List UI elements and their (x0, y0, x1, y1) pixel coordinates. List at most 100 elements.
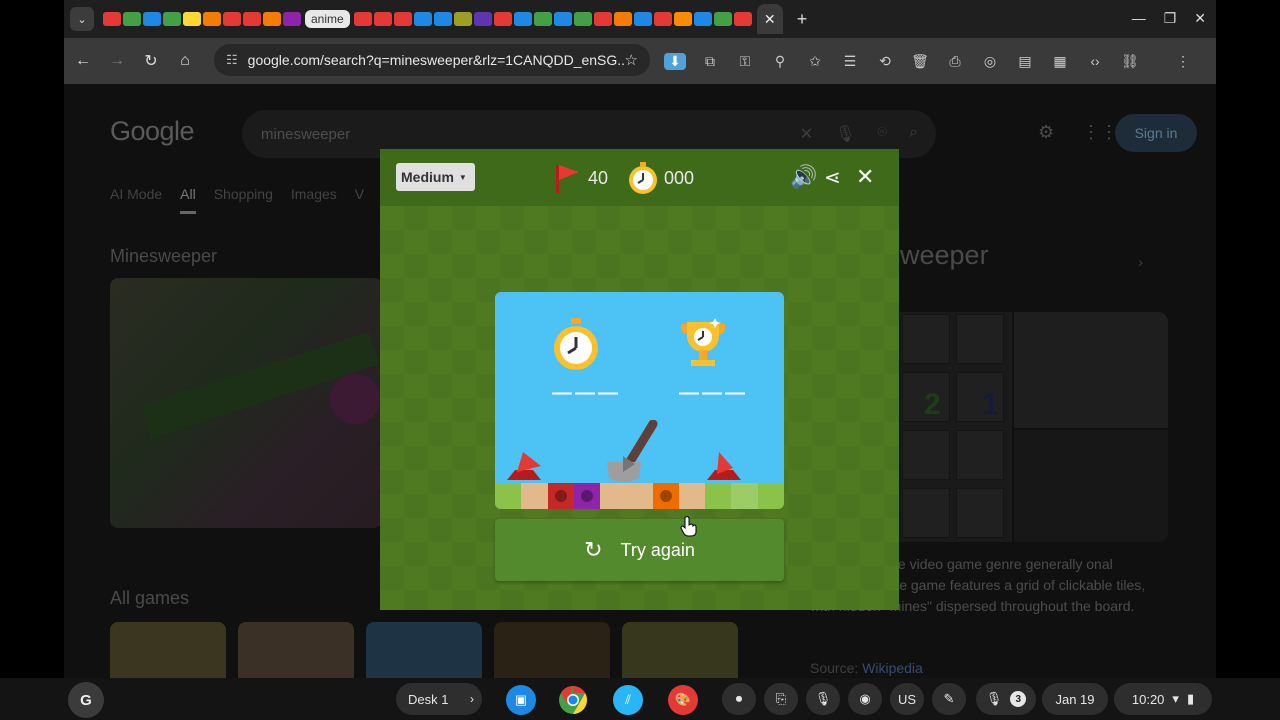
lens-icon[interactable]: ⌾ (877, 124, 887, 144)
print-icon[interactable]: ⎙ (944, 53, 966, 70)
notifications-tray[interactable]: 🎙 3 (976, 683, 1036, 715)
tab-favicon-icon[interactable] (413, 12, 432, 26)
try-again-button[interactable]: ↻ Try again (495, 519, 784, 581)
clear-icon[interactable]: ✕ (800, 124, 813, 144)
tab-favicon-icon[interactable] (243, 12, 261, 26)
game-thumbnail[interactable] (238, 622, 354, 678)
tab-favicon-icon[interactable] (533, 12, 552, 26)
tab-favicon-icon[interactable] (433, 12, 452, 26)
files-app-icon[interactable]: ⫽ (613, 685, 643, 715)
location-pin-icon[interactable]: ⚲ (769, 53, 791, 70)
tab-favicon-icon[interactable] (553, 12, 572, 26)
screen-record-icon[interactable]: ⏺ (722, 683, 756, 715)
tab-favicon-icon[interactable] (493, 12, 512, 26)
tab-favicon-icon[interactable] (573, 12, 592, 26)
mic-icon[interactable]: 🎙 (835, 124, 855, 144)
extensions-puzzle-icon[interactable]: ⧉ (699, 53, 721, 70)
active-tab-close-button[interactable]: ✕ (756, 4, 783, 34)
address-bar[interactable]: ☷ google.com/search?q=minesweeper&rlz=1C… (214, 44, 650, 76)
game-thumbnail[interactable] (110, 622, 226, 678)
tab-chip[interactable]: anime (305, 10, 350, 28)
tab-images[interactable]: Images (291, 186, 337, 214)
difficulty-select[interactable]: Medium ▼ (396, 163, 475, 191)
tab-all[interactable]: All (180, 186, 196, 214)
knowledge-image-large-board[interactable] (1014, 430, 1168, 542)
tab-favicon-icon[interactable] (123, 12, 141, 26)
delete-icon[interactable]: 🗑 (909, 53, 931, 70)
game-thumbnail[interactable] (366, 622, 482, 678)
tab-favicon-icon[interactable] (633, 12, 652, 26)
tab-favicon-icon[interactable] (283, 12, 301, 26)
screenshot-icon[interactable]: ◎ (979, 53, 1001, 70)
tab-favicon-icon[interactable] (713, 12, 732, 26)
bookmark-star-icon[interactable]: ☆ (625, 51, 638, 69)
tab-favicon-icon[interactable] (103, 12, 121, 26)
tab-favicon-icon[interactable] (143, 12, 161, 26)
passwords-key-icon[interactable]: ⚿ (734, 53, 756, 70)
settings-gear-icon[interactable]: ⚙ (1038, 122, 1054, 143)
tab-favicon-icon[interactable] (653, 12, 672, 26)
tab-favicon-icon[interactable] (353, 12, 372, 26)
tab-favicon-icon[interactable] (163, 12, 181, 26)
bookmarks-star-icon[interactable]: ✩ (804, 53, 826, 70)
date-tray[interactable]: Jan 19 (1042, 683, 1108, 715)
reading-list-icon[interactable]: ☰ (839, 53, 861, 70)
devtools-code-icon[interactable]: ‹› (1084, 53, 1106, 69)
tab-videos[interactable]: V (355, 186, 364, 214)
search-icon[interactable]: ⌕ (909, 124, 918, 144)
forward-arrow-icon[interactable]: → (102, 46, 132, 76)
history-icon[interactable]: ⟲ (874, 53, 896, 70)
knowledge-image-board[interactable]: 2 1 (900, 312, 1012, 542)
tab-shopping[interactable]: Shopping (214, 186, 273, 214)
tab-favicon-icon[interactable] (183, 12, 201, 26)
next-chevron-icon[interactable]: › (1138, 254, 1143, 271)
dictation-mic-icon[interactable]: 🎙 (806, 683, 840, 715)
tab-favicon-icon[interactable] (263, 12, 281, 26)
clipboard-icon[interactable]: ⎘ (764, 683, 798, 715)
tab-favicon-icon[interactable] (203, 12, 221, 26)
chrome-app-icon[interactable] (558, 685, 588, 715)
tab-favicon-icon[interactable] (593, 12, 612, 26)
copy-link-icon[interactable]: ⛓ (1119, 53, 1141, 70)
reload-icon[interactable]: ↻ (136, 46, 166, 76)
tab-favicon-icon[interactable] (223, 12, 241, 26)
tab-favicon-icon[interactable] (693, 12, 712, 26)
paint-app-icon[interactable]: 🎨 (668, 685, 698, 715)
sound-icon[interactable]: 🔊 (790, 164, 817, 190)
share-icon[interactable]: ⋖ (824, 165, 841, 190)
restore-button[interactable]: ❐ (1164, 10, 1177, 27)
stylus-icon[interactable]: ✎ (932, 683, 966, 715)
knowledge-image-classic[interactable] (1014, 312, 1168, 428)
sign-in-button[interactable]: Sign in (1115, 114, 1197, 152)
tab-favicon-icon[interactable] (453, 12, 472, 26)
side-panel-icon[interactable]: ▦ (1049, 53, 1071, 70)
tab-search-chevron-icon[interactable]: ⌄ (70, 7, 94, 31)
tab-ai-mode[interactable]: AI Mode (110, 186, 162, 214)
game-hero-image[interactable] (110, 278, 382, 528)
download-extension-icon[interactable]: ⬇ (664, 52, 686, 70)
input-method[interactable]: US (890, 683, 924, 715)
home-icon[interactable]: ⌂ (170, 46, 200, 76)
tab-favicon-icon[interactable] (673, 12, 692, 26)
reading-mode-icon[interactable]: ▤ (1014, 53, 1036, 70)
tab-favicon-icon[interactable] (733, 12, 752, 26)
launcher-button[interactable]: G (68, 682, 104, 718)
apps-grid-icon[interactable]: ⋮⋮ (1082, 122, 1118, 143)
accessibility-icon[interactable]: ◉ (848, 683, 882, 715)
back-arrow-icon[interactable]: ← (68, 46, 98, 76)
status-tray[interactable]: 10:20 ▾ ▮ (1114, 683, 1212, 715)
close-window-button[interactable]: ✕ (1194, 10, 1206, 27)
minimize-button[interactable]: — (1132, 10, 1146, 26)
tab-favicon-icon[interactable] (473, 12, 492, 26)
google-logo[interactable]: Google (110, 116, 195, 147)
new-tab-button[interactable]: + (797, 9, 808, 30)
site-info-icon[interactable]: ☷ (226, 52, 238, 68)
source-link[interactable]: Wikipedia (862, 660, 923, 676)
tab-favicon-icon[interactable] (393, 12, 412, 26)
game-thumbnail[interactable] (494, 622, 610, 678)
classroom-app-icon[interactable]: ▣ (506, 685, 536, 715)
desk-switcher[interactable]: Desk 1 › (396, 683, 482, 715)
tab-favicon-icon[interactable] (513, 12, 532, 26)
menu-kebab-icon[interactable]: ⋮ (1172, 53, 1194, 70)
game-thumbnail[interactable] (622, 622, 738, 678)
